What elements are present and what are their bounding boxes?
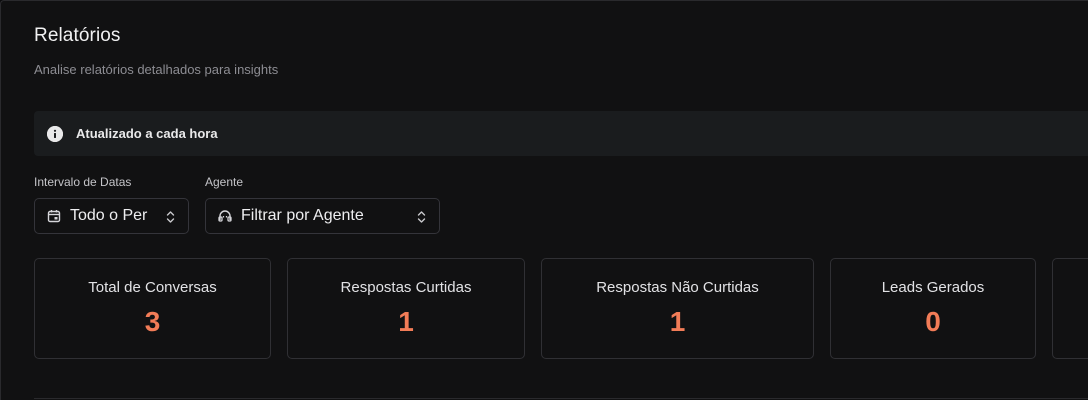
info-icon	[47, 125, 63, 142]
info-banner: Atualizado a cada hora	[34, 111, 1088, 156]
info-banner-text: Atualizado a cada hora	[76, 126, 218, 141]
chevron-up-down-icon	[417, 210, 426, 224]
stat-label: Leads Gerados	[881, 279, 985, 296]
calendar-icon	[47, 209, 61, 223]
chevron-up-down-icon	[166, 210, 175, 224]
stat-card-liked-responses: Respostas Curtidas 1	[287, 258, 525, 359]
reports-page: Relatórios Analise relatórios detalhados…	[0, 0, 1088, 400]
date-range-value: Todo o Per	[70, 207, 148, 224]
stat-value: 1	[669, 306, 686, 337]
agent-value: Filtrar por Agente	[241, 207, 364, 224]
stat-value: 0	[925, 306, 941, 337]
stat-card-partial	[1052, 258, 1088, 359]
page-subtitle: Analise relatórios detalhados para insig…	[34, 62, 279, 77]
stat-card-total-conversations: Total de Conversas 3	[34, 258, 271, 359]
stat-card-leads-generated: Leads Gerados 0	[830, 258, 1036, 359]
agent-select[interactable]: Filtrar por Agente	[205, 198, 440, 234]
date-range-select[interactable]: Todo o Per	[34, 198, 189, 234]
page-title: Relatórios	[34, 25, 121, 46]
stat-value: 3	[144, 306, 161, 337]
stat-label: Respostas Curtidas	[340, 279, 472, 296]
agent-icon	[218, 209, 232, 223]
stat-card-disliked-responses: Respostas Não Curtidas 1	[541, 258, 814, 359]
stat-label: Respostas Não Curtidas	[596, 279, 759, 296]
stat-value: 1	[398, 306, 414, 337]
stat-label: Total de Conversas	[88, 279, 217, 296]
section-divider	[34, 398, 1088, 399]
date-range-label: Intervalo de Datas	[34, 175, 132, 189]
agent-label: Agente	[205, 175, 244, 189]
